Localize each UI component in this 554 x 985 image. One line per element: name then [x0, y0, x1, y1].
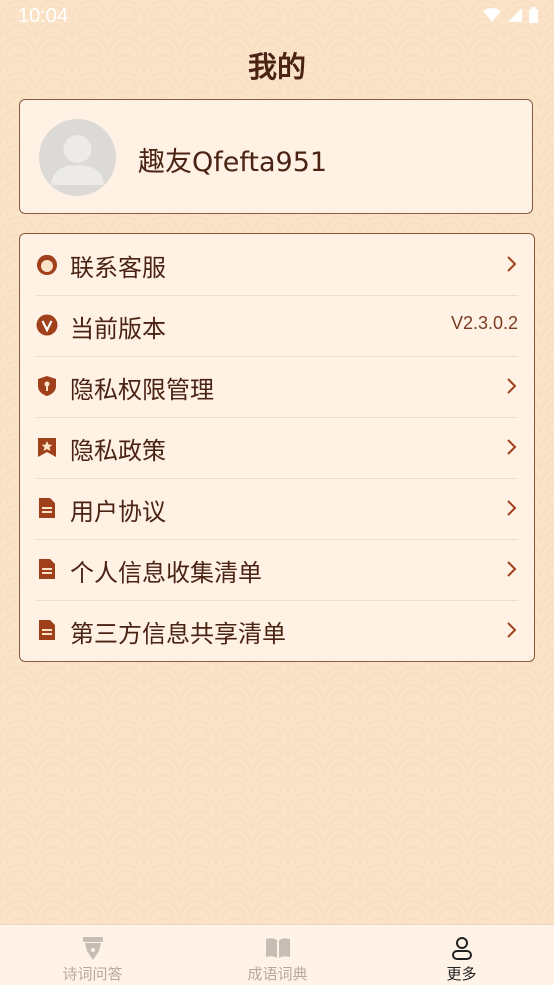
status-icons: [483, 7, 538, 23]
menu-item-label: 第三方信息共享清单: [70, 620, 286, 648]
chevron-right-icon: [507, 439, 517, 455]
menu-item-label: 隐私政策: [70, 437, 166, 465]
menu-item-label: 用户协议: [70, 498, 166, 526]
menu-item-current-version[interactable]: 当前版本 V2.3.0.2: [36, 295, 518, 357]
menu-item-label: 当前版本: [70, 315, 166, 343]
username: 趣友Qfefta951: [138, 147, 328, 178]
signal-icon: [508, 8, 522, 22]
menu-item-third-party-sharing-list[interactable]: 第三方信息共享清单: [36, 600, 518, 661]
chevron-right-icon: [507, 500, 517, 516]
version-value: V2.3.0.2: [450, 313, 518, 333]
pen-nib-icon: [82, 937, 103, 960]
menu-item-personal-info-list[interactable]: 个人信息收集清单: [36, 539, 518, 601]
menu-item-label: 隐私权限管理: [70, 376, 214, 404]
person-icon: [451, 937, 472, 960]
battery-icon: [529, 7, 538, 23]
privacy-shield-icon: [38, 376, 56, 396]
tab-label: 成语词典: [247, 965, 308, 983]
tab-label: 更多: [446, 965, 477, 983]
chevron-right-icon: [507, 256, 517, 272]
default-avatar-icon: [51, 135, 104, 185]
page-title: 我的: [247, 50, 306, 84]
menu-item-label: 个人信息收集清单: [70, 559, 262, 587]
tab-poetry-qa[interactable]: 诗词问答: [0, 925, 185, 985]
settings-menu: 联系客服 当前版本 V2.3.0.2 隐私权限管理 隐私政策 用户协议 个人信息…: [19, 233, 535, 662]
wifi-icon: [483, 8, 501, 22]
tab-idiom-dictionary[interactable]: 成语词典: [185, 925, 370, 985]
avatar[interactable]: [39, 119, 116, 196]
chevron-right-icon: [507, 378, 517, 394]
menu-item-customer-service[interactable]: 联系客服: [36, 234, 518, 296]
document-icon: [39, 620, 55, 640]
status-bar: 10:04: [0, 0, 554, 34]
document-icon: [39, 498, 55, 518]
book-icon: [265, 938, 290, 958]
document-icon: [39, 559, 55, 579]
menu-item-label: 联系客服: [70, 254, 166, 282]
menu-item-user-agreement[interactable]: 用户协议: [36, 478, 518, 540]
tab-label: 诗词问答: [62, 965, 123, 983]
status-time: 10:04: [18, 5, 69, 27]
tab-more[interactable]: 更多: [369, 925, 554, 985]
menu-item-privacy-policy[interactable]: 隐私政策: [36, 417, 518, 479]
chevron-right-icon: [507, 622, 517, 638]
version-icon: [36, 314, 58, 336]
profile-card[interactable]: 趣友Qfefta951: [19, 99, 533, 214]
customer-service-icon: [37, 254, 57, 275]
menu-item-privacy-permissions[interactable]: 隐私权限管理: [36, 356, 518, 418]
bookmark-star-icon: [38, 438, 56, 457]
chevron-right-icon: [507, 561, 517, 577]
bottom-tab-bar: 诗词问答 成语词典 更多: [0, 924, 554, 985]
